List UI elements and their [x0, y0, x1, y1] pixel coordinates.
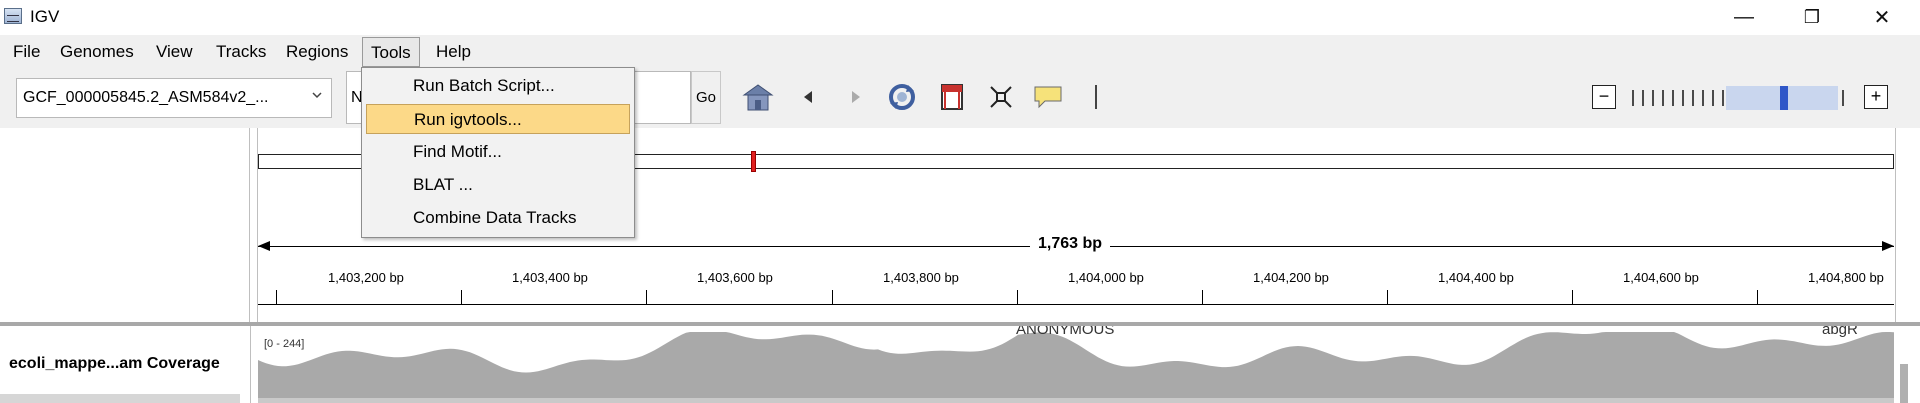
menu-view[interactable]: View — [148, 37, 201, 67]
go-button[interactable]: Go — [691, 71, 721, 124]
refresh-icon[interactable] — [885, 80, 919, 114]
restore-button[interactable]: ❐ — [1782, 0, 1842, 34]
ruler-tick-label: 1,404,200 bp — [1253, 270, 1329, 285]
toolbar: GCF_000005845.2_ASM584v2_... N Go − + — [0, 68, 1920, 128]
ruler-tick-mark — [1387, 290, 1388, 304]
tools-menu-dropdown: Run Batch Script... Run igvtools... Find… — [361, 67, 635, 238]
roi-icon[interactable] — [935, 80, 969, 114]
ruler-tick-mark — [276, 290, 277, 304]
data-tracks-panel: ANONYMOUS abgR [0 - 244] ecoli_mappe...a… — [0, 326, 1920, 403]
window-title: IGV — [30, 7, 60, 26]
current-region-marker — [751, 151, 756, 172]
zoom-in-button[interactable]: + — [1864, 85, 1888, 109]
chevron-down-icon — [311, 88, 323, 104]
ruler-tick-label: 1,403,800 bp — [883, 270, 959, 285]
resize-divider-icon[interactable] — [1079, 80, 1113, 114]
menu-item-run-batch-script[interactable]: Run Batch Script... — [366, 71, 630, 101]
zoom-slider[interactable] — [1628, 86, 1856, 110]
vertical-scrollbar[interactable] — [1900, 364, 1908, 403]
popup-info-icon[interactable] — [1031, 80, 1065, 114]
zoom-out-button[interactable]: − — [1592, 85, 1616, 109]
zoom-slider-tick — [1672, 90, 1674, 106]
zoom-slider-tick — [1842, 90, 1844, 106]
menu-tracks[interactable]: Tracks — [208, 37, 274, 67]
menu-item-blat[interactable]: BLAT ... — [366, 170, 630, 200]
ruler-tick-mark — [646, 290, 647, 304]
zoom-slider-tick — [1642, 90, 1644, 106]
zoom-slider-tick — [1722, 90, 1724, 106]
igv-logo-icon — [4, 8, 22, 24]
zoom-slider-thumb[interactable] — [1780, 86, 1788, 110]
ruler-tick-label: 1,403,400 bp — [512, 270, 588, 285]
ruler-tick-label: 1,404,000 bp — [1068, 270, 1144, 285]
ruler-tick-mark — [832, 290, 833, 304]
zoom-slider-tick — [1662, 90, 1664, 106]
track-panel-divider — [250, 326, 251, 403]
minimize-button[interactable]: — — [1714, 0, 1774, 34]
zoom-slider-tick — [1712, 90, 1714, 106]
alignment-reads-row[interactable] — [258, 398, 1894, 403]
back-icon[interactable] — [791, 80, 825, 114]
zoom-slider-tick — [1692, 90, 1694, 106]
ruler-tick-label: 1,404,600 bp — [1623, 270, 1699, 285]
menu-regions[interactable]: Regions — [278, 37, 356, 67]
zoom-slider-tick — [1632, 90, 1634, 106]
menu-item-run-igvtools[interactable]: Run igvtools... — [366, 104, 630, 134]
zoom-slider-tick — [1702, 90, 1704, 106]
genome-selected-value: GCF_000005845.2_ASM584v2_... — [23, 89, 269, 106]
ruler-tick-label: 1,403,600 bp — [697, 270, 773, 285]
genome-dropdown[interactable]: GCF_000005845.2_ASM584v2_... — [16, 78, 332, 118]
title-bar: IGV — ❐ ✕ — [0, 0, 1920, 34]
ruler-tick-mark — [1572, 290, 1573, 304]
feature-label: ANONYMOUS — [1016, 326, 1115, 338]
menu-help[interactable]: Help — [428, 37, 479, 67]
menu-file[interactable]: File — [5, 37, 48, 67]
menu-genomes[interactable]: Genomes — [52, 37, 142, 67]
span-arrow-right — [1882, 241, 1894, 251]
ruler-tick-label: 1,404,800 bp — [1808, 270, 1884, 285]
coverage-data-range: [0 - 244] — [264, 338, 305, 350]
menu-item-combine-data-tracks[interactable]: Combine Data Tracks — [366, 203, 630, 233]
gene-label: abgR — [1822, 326, 1858, 338]
zoom-slider-tick — [1652, 90, 1654, 106]
zoom-slider-tick — [1682, 90, 1684, 106]
ruler-tick-label: 1,403,200 bp — [328, 270, 404, 285]
home-icon[interactable] — [741, 80, 775, 114]
close-button[interactable]: ✕ — [1852, 0, 1912, 34]
track-name-panel — [0, 128, 250, 323]
ruler-tick-mark — [1757, 290, 1758, 304]
menu-item-find-motif[interactable]: Find Motif... — [366, 137, 630, 167]
panel-right-border — [1895, 128, 1896, 323]
ruler-tick-mark — [461, 290, 462, 304]
span-label: 1,763 bp — [1030, 235, 1111, 253]
alignment-track-name-bg — [0, 394, 240, 403]
ruler-tick-mark — [1017, 290, 1018, 304]
forward-icon[interactable] — [839, 80, 873, 114]
menu-bar: File Genomes View Tracks Regions Tools H… — [0, 35, 1920, 68]
menu-tools[interactable]: Tools — [362, 37, 420, 67]
fit-window-icon[interactable] — [984, 80, 1018, 114]
ruler-axis-line — [258, 304, 1894, 305]
coverage-track-name[interactable]: ecoli_mappe...am Coverage — [9, 355, 220, 373]
ruler-tick-label: 1,404,400 bp — [1438, 270, 1514, 285]
ruler-tick-mark — [1202, 290, 1203, 304]
